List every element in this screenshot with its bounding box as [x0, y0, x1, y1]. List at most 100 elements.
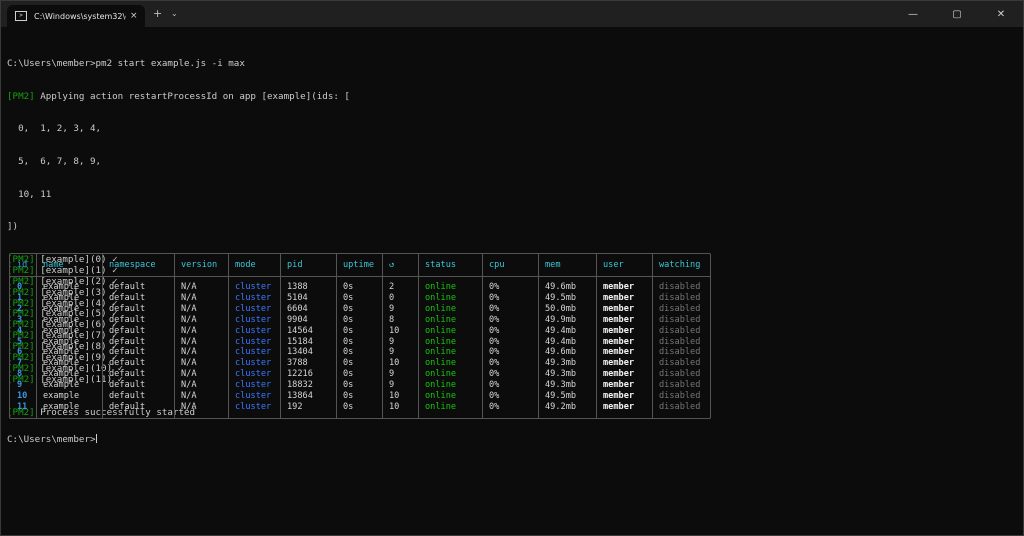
table-cell-mem: 49.2mb [545, 401, 577, 412]
table-cell-watching: disabled [659, 401, 701, 412]
table-cell-status: online [425, 292, 457, 303]
table-cell-mode: cluster [235, 401, 272, 412]
column-header-version: version [181, 260, 218, 270]
column-divider [482, 254, 483, 418]
table-cell-mem: 49.6mb [545, 347, 577, 358]
table-cell-version: N/A [181, 380, 197, 391]
table-cell-watching: disabled [659, 369, 701, 380]
table-cell-user: member [603, 401, 635, 412]
table-cell-status: online [425, 391, 457, 401]
table-cell-pid: 13404 [287, 347, 313, 358]
column-header-pid: pid [287, 260, 303, 270]
table-cell-id: 8 [17, 369, 23, 380]
table-cell-restarts: 8 [389, 314, 395, 325]
table-cell-pid: 18832 [287, 380, 313, 391]
table-cell-id: 5 [17, 336, 23, 347]
column-divider [228, 254, 229, 418]
final-prompt[interactable]: C:\Users\member> [7, 434, 97, 445]
table-cell-namespace: default [109, 336, 146, 347]
table-cell-namespace: default [109, 358, 146, 369]
table-cell-version: N/A [181, 391, 197, 401]
table-cell-id: 4 [17, 325, 23, 336]
table-cell-id: 6 [17, 347, 23, 358]
table-cell-mode: cluster [235, 347, 272, 358]
table-cell-pid: 14564 [287, 325, 313, 336]
table-cell-version: N/A [181, 303, 197, 314]
table-cell-user: member [603, 325, 635, 336]
column-header-watching: watching [659, 260, 701, 270]
table-cell-cpu: 0% [489, 314, 500, 325]
table-cell-name: example [43, 292, 80, 303]
table-cell-restarts: 10 [389, 325, 400, 336]
table-cell-namespace: default [109, 303, 146, 314]
close-button[interactable]: ✕ [979, 1, 1023, 27]
table-cell-uptime: 0s [343, 380, 354, 391]
table-cell-restarts: 9 [389, 303, 395, 314]
output-line: [PM2] Applying action restartProcessId o… [7, 90, 350, 102]
table-cell-cpu: 0% [489, 303, 500, 314]
column-header-id: id [17, 260, 28, 270]
column-header-name: name [43, 260, 64, 270]
table-cell-user: member [603, 380, 635, 391]
table-cell-uptime: 0s [343, 292, 354, 303]
table-cell-restarts: 10 [389, 358, 400, 369]
minimize-button[interactable]: — [891, 1, 935, 27]
table-cell-status: online [425, 303, 457, 314]
table-cell-id: 1 [17, 292, 23, 303]
table-cell-mem: 49.3mb [545, 380, 577, 391]
table-cell-cpu: 0% [489, 391, 500, 401]
table-cell-cpu: 0% [489, 325, 500, 336]
table-cell-uptime: 0s [343, 358, 354, 369]
table-cell-name: example [43, 303, 80, 314]
table-cell-mem: 50.0mb [545, 303, 577, 314]
new-tab-button[interactable]: + [153, 7, 162, 20]
table-cell-restarts: 9 [389, 336, 395, 347]
column-header-mode: mode [235, 260, 256, 270]
table-cell-restarts: 9 [389, 380, 395, 391]
tab-cmd[interactable]: > C:\Windows\system32\cmd.e × [7, 5, 145, 27]
table-cell-mode: cluster [235, 336, 272, 347]
table-cell-user: member [603, 303, 635, 314]
column-divider [538, 254, 539, 418]
table-cell-namespace: default [109, 380, 146, 391]
pm2-tag: [PM2] [7, 90, 35, 102]
table-cell-user: member [603, 336, 635, 347]
table-cell-restarts: 9 [389, 347, 395, 358]
column-header-restarts: ↺ [389, 260, 395, 270]
table-cell-status: online [425, 369, 457, 380]
table-cell-user: member [603, 314, 635, 325]
table-cell-cpu: 0% [489, 336, 500, 347]
table-cell-name: example [43, 314, 80, 325]
column-divider [382, 254, 383, 418]
table-cell-status: online [425, 314, 457, 325]
table-cell-version: N/A [181, 314, 197, 325]
terminal-window: > C:\Windows\system32\cmd.e × + ⌄ — ▢ ✕ … [0, 0, 1024, 536]
table-cell-version: N/A [181, 325, 197, 336]
table-cell-watching: disabled [659, 347, 701, 358]
output-line: ]) [7, 221, 19, 233]
table-cell-version: N/A [181, 292, 197, 303]
table-cell-status: online [425, 380, 457, 391]
table-cell-watching: disabled [659, 282, 701, 292]
column-divider [596, 254, 597, 418]
table-cell-user: member [603, 347, 635, 358]
maximize-button[interactable]: ▢ [935, 1, 979, 27]
table-cell-mode: cluster [235, 303, 272, 314]
table-cell-cpu: 0% [489, 401, 500, 412]
column-divider [336, 254, 337, 418]
chevron-down-icon[interactable]: ⌄ [171, 9, 178, 18]
table-cell-mode: cluster [235, 314, 272, 325]
table-cell-watching: disabled [659, 303, 701, 314]
table-cell-watching: disabled [659, 336, 701, 347]
table-cell-version: N/A [181, 369, 197, 380]
table-cell-mode: cluster [235, 369, 272, 380]
table-cell-pid: 3788 [287, 358, 308, 369]
table-cell-watching: disabled [659, 325, 701, 336]
table-cell-mem: 49.4mb [545, 325, 577, 336]
table-cell-name: example [43, 282, 80, 292]
tab-close-button[interactable]: × [130, 11, 138, 21]
table-cell-version: N/A [181, 282, 197, 292]
table-cell-version: N/A [181, 347, 197, 358]
table-cell-cpu: 0% [489, 347, 500, 358]
table-cell-uptime: 0s [343, 369, 354, 380]
